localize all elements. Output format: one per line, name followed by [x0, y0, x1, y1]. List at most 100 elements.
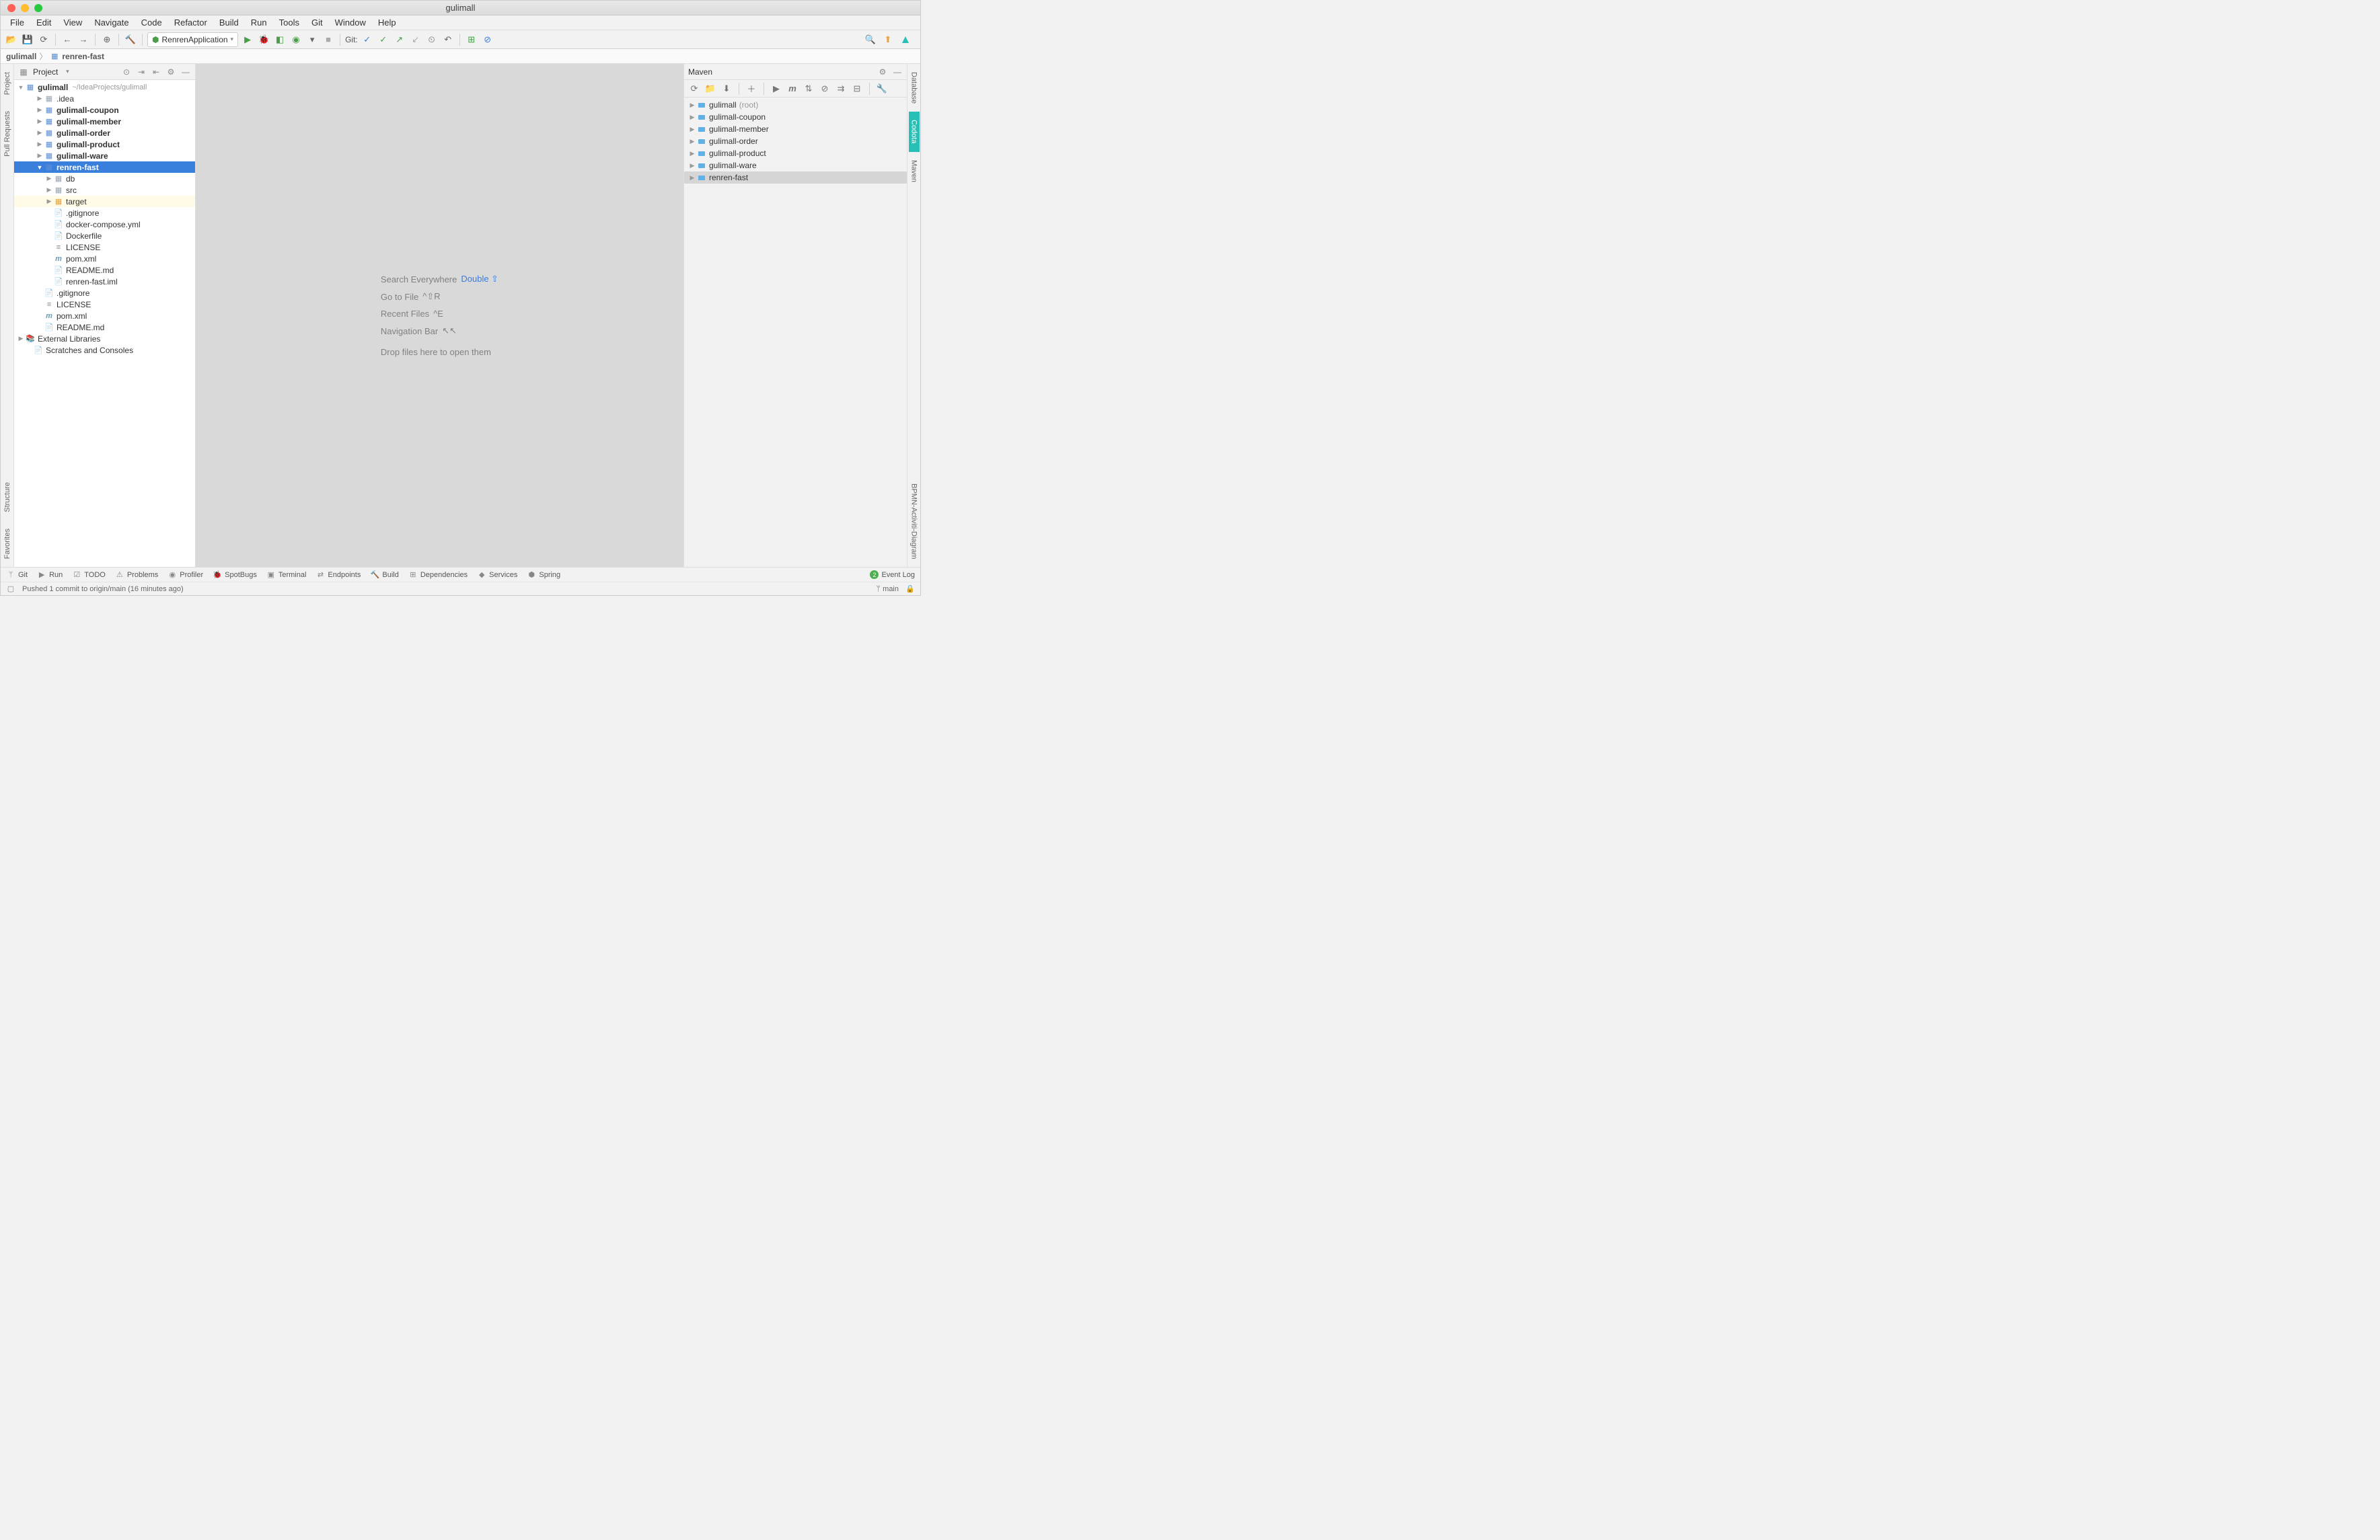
git-commit-icon[interactable]: ✓ [377, 33, 390, 46]
bb-todo[interactable]: ☑TODO [72, 570, 106, 580]
menu-code[interactable]: Code [136, 16, 168, 29]
tree-root[interactable]: ▼ ▦ gulimall ~/IdeaProjects/gulimall [14, 81, 195, 93]
strip-pull-requests[interactable]: Pull Requests [2, 103, 13, 165]
maven-item-renren-fast[interactable]: ▶renren-fast [684, 171, 907, 184]
bb-event-log[interactable]: 2Event Log [870, 570, 915, 579]
bb-git[interactable]: ᛘGit [6, 570, 28, 580]
bb-spotbugs[interactable]: 🐞SpotBugs [213, 570, 257, 580]
tree-item-pom-xml[interactable]: mpom.xml [14, 253, 195, 264]
project-tree[interactable]: ▼ ▦ gulimall ~/IdeaProjects/gulimall ▶▦.… [14, 80, 195, 567]
bb-dependencies[interactable]: ⊞Dependencies [408, 570, 468, 580]
git-update-icon[interactable]: ✓ [361, 33, 374, 46]
maximize-window-button[interactable] [34, 4, 42, 12]
run-maven-icon[interactable]: ▶ [770, 83, 782, 95]
run-icon[interactable]: ▶ [241, 33, 254, 46]
tree-item-license[interactable]: ≡LICENSE [14, 299, 195, 310]
codota-triangle-icon[interactable] [899, 33, 912, 46]
back-icon[interactable]: ← [61, 33, 74, 46]
gear-icon[interactable]: ⚙ [165, 67, 176, 77]
tree-item-gulimall-order[interactable]: ▶▦gulimall-order [14, 127, 195, 139]
menu-navigate[interactable]: Navigate [89, 16, 134, 29]
menu-build[interactable]: Build [214, 16, 244, 29]
menu-edit[interactable]: Edit [31, 16, 57, 29]
bb-problems[interactable]: ⚠Problems [115, 570, 158, 580]
tree-item-target[interactable]: ▶▦target [14, 196, 195, 207]
collapse-all-icon[interactable]: ⇤ [151, 67, 161, 77]
expand-all-icon[interactable]: ⇥ [136, 67, 147, 77]
coverage-icon[interactable]: ◧ [273, 33, 287, 46]
open-file-icon[interactable]: 📂 [5, 33, 18, 46]
toggle-offline-icon[interactable]: ⇅ [803, 83, 815, 95]
add-maven-icon[interactable]: ＋ [745, 83, 757, 95]
tree-item-gulimall-product[interactable]: ▶▦gulimall-product [14, 139, 195, 150]
forward-icon[interactable]: → [77, 33, 90, 46]
tree-item-dockerfile[interactable]: 📄Dockerfile [14, 230, 195, 241]
menu-tools[interactable]: Tools [274, 16, 305, 29]
sync-icon[interactable]: ⟳ [37, 33, 50, 46]
tree-item--gitignore[interactable]: 📄.gitignore [14, 287, 195, 299]
maven-item-gulimall-member[interactable]: ▶gulimall-member [684, 123, 907, 135]
editor-area[interactable]: Search Everywhere Double ⇧ Go to File ^⇧… [196, 64, 683, 567]
status-square-icon[interactable]: ▢ [6, 584, 15, 594]
build-hammer-icon[interactable]: 🔨 [124, 33, 137, 46]
reload-icon[interactable]: ⟳ [688, 83, 700, 95]
menu-refactor[interactable]: Refactor [169, 16, 213, 29]
strip-database[interactable]: Database [909, 64, 920, 112]
tree-item-db[interactable]: ▶▦db [14, 173, 195, 184]
ide-update-icon[interactable]: ⬆ [881, 33, 895, 46]
git-history-icon[interactable]: ↙ [409, 33, 422, 46]
project-dropdown-icon[interactable]: ▾ [62, 67, 73, 77]
maven-tree[interactable]: ▶gulimall(root)▶gulimall-coupon▶gulimall… [684, 98, 907, 567]
menu-window[interactable]: Window [330, 16, 371, 29]
tree-item--idea[interactable]: ▶▦.idea [14, 93, 195, 104]
breadcrumb-root[interactable]: gulimall [6, 52, 36, 61]
tree-item-pom-xml[interactable]: mpom.xml [14, 310, 195, 321]
select-opened-file-icon[interactable]: ⊙ [121, 67, 132, 77]
bb-services[interactable]: ◆Services [477, 570, 517, 580]
maven-item-gulimall-product[interactable]: ▶gulimall-product [684, 147, 907, 159]
git-push-icon[interactable]: ↗ [393, 33, 406, 46]
attach-dropdown-icon[interactable]: ▾ [305, 33, 319, 46]
toggle-skip-tests-icon[interactable]: ⊘ [819, 83, 831, 95]
menu-view[interactable]: View [58, 16, 87, 29]
minimize-window-button[interactable] [21, 4, 29, 12]
gear-icon[interactable]: ⚙ [877, 67, 888, 77]
maven-item-gulimall[interactable]: ▶gulimall(root) [684, 99, 907, 111]
tree-external-libraries[interactable]: ▶ 📚 External Libraries [14, 333, 195, 344]
ide-services1-icon[interactable]: ⊞ [465, 33, 478, 46]
tree-item-readme-md[interactable]: 📄README.md [14, 264, 195, 276]
status-branch[interactable]: ᛘ main [876, 585, 899, 593]
tree-item-readme-md[interactable]: 📄README.md [14, 321, 195, 333]
maven-item-gulimall-ware[interactable]: ▶gulimall-ware [684, 159, 907, 171]
tree-item-docker-compose-yml[interactable]: 📄docker-compose.yml [14, 219, 195, 230]
strip-codota[interactable]: Codota [909, 112, 920, 151]
show-deps-icon[interactable]: ⇉ [835, 83, 847, 95]
tree-item-gulimall-member[interactable]: ▶▦gulimall-member [14, 116, 195, 127]
lock-icon[interactable]: 🔒 [905, 584, 915, 594]
strip-bpmn[interactable]: BPMN-Activiti-Diagram [909, 475, 920, 567]
bb-endpoints[interactable]: ⇄Endpoints [315, 570, 361, 580]
debug-icon[interactable]: 🐞 [257, 33, 270, 46]
tree-item--gitignore[interactable]: 📄.gitignore [14, 207, 195, 219]
maven-settings-icon[interactable]: 🔧 [876, 83, 888, 95]
strip-project[interactable]: Project [2, 64, 13, 103]
bb-spring[interactable]: ⬢Spring [527, 570, 560, 580]
tree-scratches[interactable]: 📄 Scratches and Consoles [14, 344, 195, 356]
menu-file[interactable]: File [5, 16, 30, 29]
tree-item-gulimall-coupon[interactable]: ▶▦gulimall-coupon [14, 104, 195, 116]
tree-item-renren-fast[interactable]: ▼▦renren-fast [14, 161, 195, 173]
bb-build[interactable]: 🔨Build [370, 570, 398, 580]
tree-item-src[interactable]: ▶▦src [14, 184, 195, 196]
menu-git[interactable]: Git [306, 16, 328, 29]
collapse-icon[interactable]: ⊟ [851, 83, 863, 95]
close-window-button[interactable] [7, 4, 15, 12]
save-icon[interactable]: 💾 [21, 33, 34, 46]
search-icon[interactable]: 🔍 [864, 33, 877, 46]
strip-favorites[interactable]: Favorites [2, 521, 13, 567]
tree-item-gulimall-ware[interactable]: ▶▦gulimall-ware [14, 150, 195, 161]
add-config-icon[interactable]: ⊕ [100, 33, 114, 46]
project-panel-title[interactable]: Project [33, 67, 58, 77]
git-rollback-icon[interactable]: ↶ [441, 33, 455, 46]
strip-structure[interactable]: Structure [2, 474, 13, 521]
hide-panel-icon[interactable]: — [180, 67, 191, 77]
